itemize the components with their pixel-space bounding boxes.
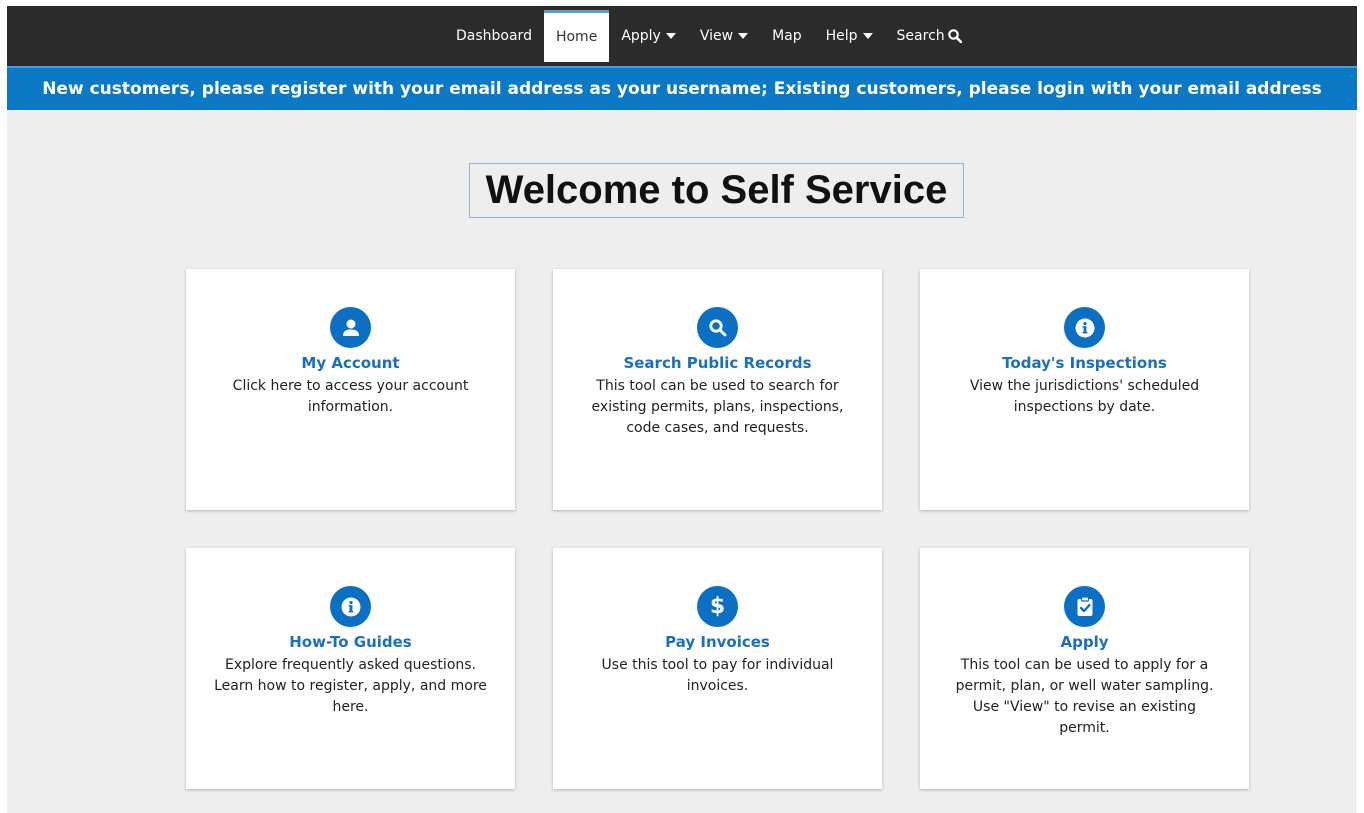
- card-title: Search Public Records: [623, 354, 812, 372]
- card-title: How-To Guides: [289, 633, 412, 651]
- clipboard-check-icon: [1064, 586, 1105, 627]
- search-icon: [947, 29, 962, 43]
- nav-home[interactable]: Home: [543, 9, 610, 62]
- info-icon: [330, 586, 371, 627]
- caret-down-icon: [862, 33, 873, 39]
- nav-help-dropdown[interactable]: Help: [814, 10, 885, 62]
- card-apply[interactable]: Apply This tool can be used to apply for…: [920, 548, 1249, 789]
- nav-apply-dropdown[interactable]: Apply: [609, 10, 688, 62]
- nav-view-dropdown[interactable]: View: [688, 10, 760, 62]
- card-description: This tool can be used to search for exis…: [591, 378, 844, 436]
- card-pay-invoices[interactable]: $ Pay Invoices Use this tool to pay for …: [553, 548, 882, 789]
- card-todays-inspections[interactable]: Today's Inspections View the jurisdictio…: [920, 269, 1249, 510]
- card-description: Explore frequently asked questions. Lear…: [214, 657, 487, 715]
- nav-view-label: View: [699, 28, 734, 44]
- caret-down-icon: [738, 33, 749, 39]
- page-title-box: Welcome to Self Service: [469, 163, 964, 218]
- card-title: Apply: [1060, 633, 1109, 651]
- search-icon: [697, 307, 738, 348]
- dollar-icon: $: [697, 586, 738, 627]
- card-description: Use this tool to pay for individual invo…: [601, 657, 834, 694]
- card-title: Today's Inspections: [1002, 354, 1167, 372]
- card-title: Pay Invoices: [665, 633, 770, 651]
- top-navbar: Dashboard Home Apply View Map Help Searc…: [7, 6, 1357, 66]
- nav-dashboard-label: Dashboard: [456, 28, 532, 44]
- card-title: My Account: [301, 354, 400, 372]
- nav-map[interactable]: Map: [760, 10, 814, 62]
- nav-list: Dashboard Home Apply View Map Help Searc…: [444, 6, 974, 66]
- app-frame: Dashboard Home Apply View Map Help Searc…: [7, 6, 1357, 813]
- nav-apply-label: Apply: [621, 28, 661, 44]
- nav-map-label: Map: [772, 28, 802, 44]
- nav-home-label: Home: [555, 28, 598, 45]
- nav-help-label: Help: [825, 28, 858, 44]
- user-icon: [330, 307, 371, 348]
- card-my-account[interactable]: My Account Click here to access your acc…: [186, 269, 515, 510]
- caret-down-icon: [665, 33, 676, 39]
- card-description: View the jurisdictions' scheduled inspec…: [969, 378, 1200, 415]
- card-description: This tool can be used to apply for a per…: [955, 657, 1214, 736]
- card-description: Click here to access your account inform…: [232, 378, 469, 415]
- nav-dashboard[interactable]: Dashboard: [444, 10, 544, 62]
- info-icon: [1064, 307, 1105, 348]
- card-how-to-guides[interactable]: How-To Guides Explore frequently asked q…: [186, 548, 515, 789]
- nav-search-label: Search: [896, 28, 945, 44]
- nav-search[interactable]: Search: [885, 10, 974, 62]
- page-title: Welcome to Self Service: [485, 168, 948, 212]
- announcement-banner: New customers, please register with your…: [7, 66, 1357, 110]
- card-search-public-records[interactable]: Search Public Records This tool can be u…: [553, 269, 882, 510]
- banner-text: New customers, please register with your…: [42, 79, 1322, 99]
